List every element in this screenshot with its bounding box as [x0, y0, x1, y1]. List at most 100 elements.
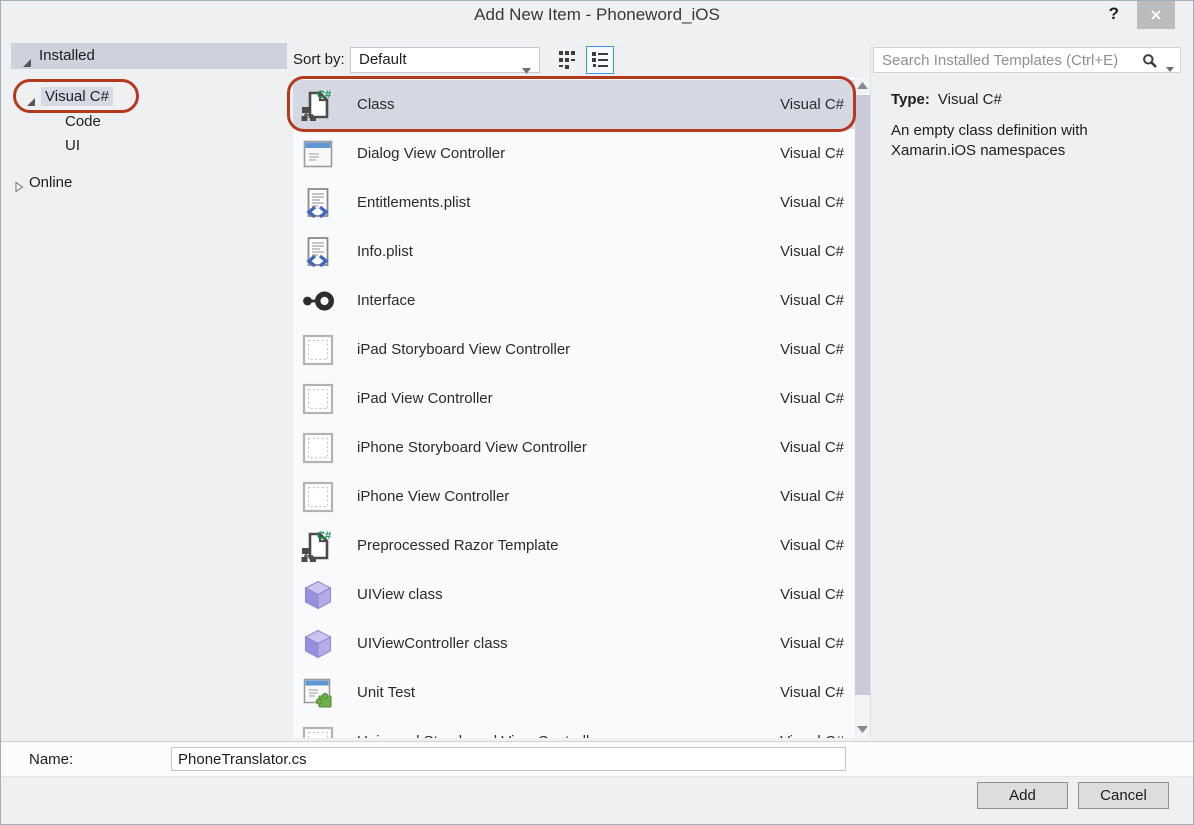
unittest-icon [301, 676, 335, 710]
name-label: Name: [29, 748, 73, 772]
template-name: Unit Test [357, 684, 415, 701]
template-row[interactable]: iPad Storyboard View Controller Visual C# [293, 325, 854, 374]
template-row[interactable]: UIView class Visual C# [293, 570, 854, 619]
template-row[interactable]: C# Preprocessed Razor Template Visual C# [293, 521, 854, 570]
view-icon [301, 480, 335, 514]
cube-icon [301, 578, 335, 612]
cube-icon [301, 627, 335, 661]
sidebar-section-online[interactable]: Online [29, 172, 72, 194]
template-name: iPhone View Controller [357, 488, 509, 505]
small-icons-grid-icon [557, 49, 579, 71]
small-icons-view-button[interactable] [554, 46, 582, 74]
template-type: Visual C# [780, 733, 844, 738]
scroll-down-icon[interactable] [854, 721, 871, 738]
template-name: Preprocessed Razor Template [357, 537, 559, 554]
scroll-up-icon[interactable] [854, 77, 871, 94]
sidebar-item-visual-csharp-label: Visual C# [41, 87, 113, 106]
view-icon [301, 382, 335, 416]
template-type: Visual C# [780, 390, 844, 407]
close-icon [1150, 9, 1162, 21]
template-type: Visual C# [780, 684, 844, 701]
template-row[interactable]: C# Class Visual C# [293, 80, 854, 129]
template-type: Visual C# [780, 586, 844, 603]
template-name: Dialog View Controller [357, 145, 505, 162]
help-icon[interactable]: ? [1109, 4, 1119, 24]
chevron-down-icon[interactable] [1166, 59, 1174, 77]
sidebar-item-code-label: Code [65, 113, 101, 130]
type-value: Visual C# [938, 91, 1002, 108]
search-input[interactable] [874, 48, 1136, 72]
template-row[interactable]: Interface Visual C# [293, 276, 854, 325]
template-description: An empty class definition with Xamarin.i… [891, 121, 1126, 161]
template-type: Visual C# [780, 341, 844, 358]
template-type: Visual C# [780, 96, 844, 113]
template-type: Visual C# [780, 292, 844, 309]
sidebar-item-code[interactable]: Code [65, 111, 101, 133]
template-name: UIViewController class [357, 635, 508, 652]
close-button[interactable] [1137, 1, 1175, 29]
list-view-button[interactable] [586, 46, 614, 74]
template-type: Visual C# [780, 635, 844, 652]
cancel-button[interactable]: Cancel [1078, 782, 1169, 809]
template-type-line: Type: Visual C# [891, 91, 1002, 108]
search-icon[interactable] [1142, 53, 1158, 74]
sidebar-section-installed-label: Installed [39, 47, 95, 64]
svg-text:C#: C# [317, 530, 331, 542]
view-icon [301, 431, 335, 465]
sidebar-section-installed[interactable]: Installed [11, 43, 287, 69]
add-button[interactable]: Add [977, 782, 1068, 809]
sidebar-section-online-label: Online [29, 174, 72, 191]
view-icon [301, 333, 335, 367]
template-name: iPhone Storyboard View Controller [357, 439, 587, 456]
template-type: Visual C# [780, 537, 844, 554]
sort-by-dropdown[interactable]: Default [350, 47, 540, 73]
template-name: UIView class [357, 586, 443, 603]
expanded-triangle-icon [25, 92, 36, 114]
template-row[interactable]: Info.plistVisual C# [293, 227, 854, 276]
template-name: Universal Storyboard View Controller [357, 733, 603, 738]
interface-icon [301, 284, 335, 318]
template-name: Interface [357, 292, 415, 309]
csharp-class-icon: C# [301, 88, 335, 122]
template-row[interactable]: iPhone Storyboard View Controller Visual … [293, 423, 854, 472]
scrollbar-thumb[interactable] [855, 95, 870, 695]
sidebar-item-ui[interactable]: UI [65, 135, 80, 157]
sidebar-item-visual-csharp[interactable]: Visual C# [41, 86, 113, 108]
template-row[interactable]: iPad View Controller Visual C# [293, 374, 854, 423]
add-new-item-dialog: Add New Item - Phoneword_iOS ? Installed… [0, 0, 1194, 825]
sort-by-label: Sort by: [293, 47, 345, 73]
template-name: Class [357, 96, 395, 113]
template-row[interactable]: iPhone View ControllerVisual C# [293, 472, 854, 521]
template-row[interactable]: Unit Test Visual C# [293, 668, 854, 717]
plist-icon [301, 235, 335, 269]
collapsed-triangle-icon [13, 178, 24, 200]
template-name: iPad View Controller [357, 390, 493, 407]
csharp-class-icon: C# [301, 529, 335, 563]
scrollbar[interactable] [854, 77, 871, 738]
titlebar[interactable]: Add New Item - Phoneword_iOS ? [1, 1, 1193, 29]
search-box [873, 47, 1181, 73]
list-view-icon [589, 49, 611, 71]
template-type: Visual C# [780, 145, 844, 162]
template-row[interactable]: Entitlements.plist Visual C# [293, 178, 854, 227]
template-name: iPad Storyboard View Controller [357, 341, 570, 358]
template-list: C# Class Visual C# Dialog View Controller Vi… [293, 77, 854, 738]
type-label: Type: [891, 91, 930, 108]
view-icon [301, 725, 335, 739]
expanded-triangle-icon [21, 51, 32, 77]
template-type: Visual C# [780, 194, 844, 211]
window-icon [301, 137, 335, 171]
template-row[interactable]: Universal Storyboard View Controller Visu… [293, 717, 854, 738]
svg-text:C#: C# [317, 89, 331, 101]
sort-by-value: Default [359, 51, 407, 68]
plist-icon [301, 186, 335, 220]
sidebar-item-ui-label: UI [65, 137, 80, 154]
template-name: Entitlements.plist [357, 194, 470, 211]
template-type: Visual C# [780, 243, 844, 260]
template-row[interactable]: Dialog View Controller Visual C# [293, 129, 854, 178]
template-type: Visual C# [780, 439, 844, 456]
dialog-title: Add New Item - Phoneword_iOS [1, 1, 1193, 29]
panel-divider [870, 43, 871, 738]
name-input[interactable] [171, 747, 846, 771]
template-row[interactable]: UIViewController class Visual C# [293, 619, 854, 668]
